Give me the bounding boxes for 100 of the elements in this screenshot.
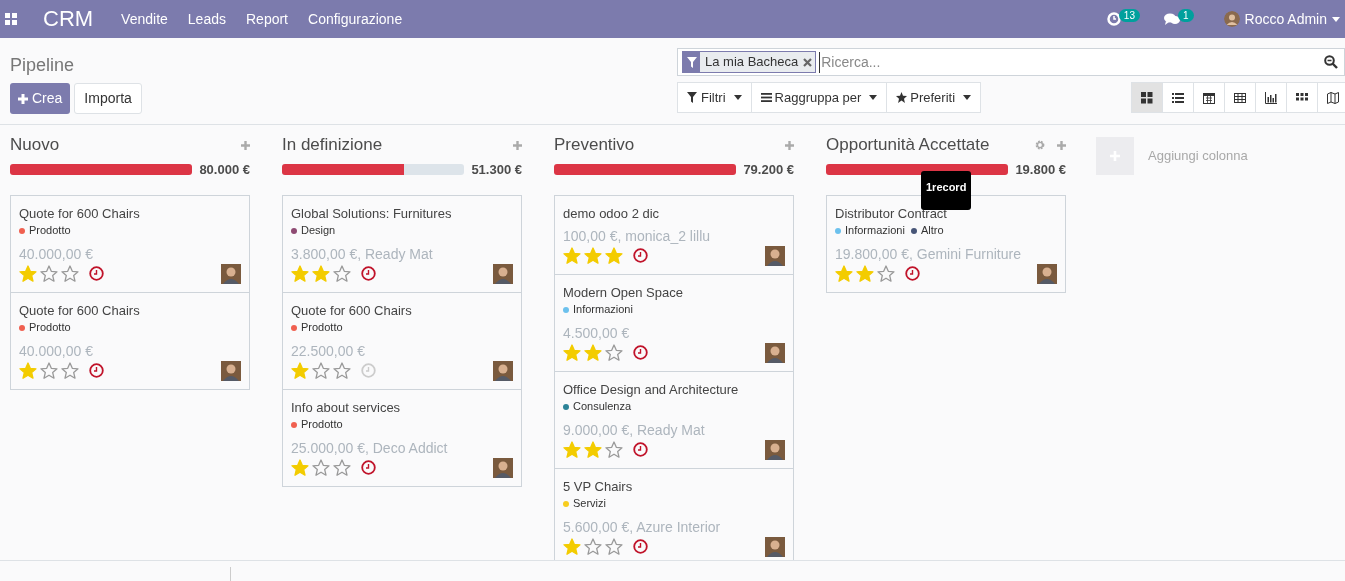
column-total: 19.800 € bbox=[1015, 161, 1066, 179]
star-icon bbox=[291, 459, 309, 476]
favorites-button[interactable]: Preferiti bbox=[886, 82, 982, 113]
priority-stars[interactable] bbox=[19, 362, 79, 379]
opportunity-card[interactable]: Modern Open Space Informazioni 4.500,00 € bbox=[554, 273, 794, 372]
clock-icon[interactable] bbox=[905, 266, 920, 281]
view-switch-button[interactable] bbox=[1162, 82, 1194, 113]
search-field[interactable]: Ricerca... bbox=[819, 51, 1324, 73]
clock-icon[interactable] bbox=[633, 442, 648, 457]
gear-icon[interactable] bbox=[1035, 140, 1045, 150]
column-total: 79.200 € bbox=[743, 161, 794, 179]
clock-icon[interactable] bbox=[361, 266, 376, 281]
clock-icon[interactable] bbox=[89, 363, 104, 378]
priority-stars[interactable] bbox=[563, 247, 623, 264]
tag-label: Informazioni bbox=[845, 223, 905, 239]
priority-stars[interactable] bbox=[291, 362, 351, 379]
clock-icon[interactable] bbox=[633, 345, 648, 360]
caret-icon bbox=[869, 95, 878, 100]
view-switch-button[interactable] bbox=[1193, 82, 1225, 113]
opportunity-card[interactable]: Office Design and Architecture Consulenza 9.000,00 €, Ready Mat bbox=[554, 370, 794, 469]
priority-stars[interactable] bbox=[563, 344, 623, 361]
plus-icon[interactable] bbox=[241, 140, 250, 150]
close-icon[interactable] bbox=[803, 57, 813, 67]
opportunity-card[interactable]: demo odoo 2 dic 100,00 €, monica_2 lillu bbox=[554, 194, 794, 275]
star-icon bbox=[877, 265, 895, 282]
menu-item[interactable]: Report bbox=[246, 8, 288, 30]
tag-label: Altro bbox=[920, 223, 944, 239]
facet-label: La mia Bacheca bbox=[704, 53, 800, 72]
opportunity-card[interactable]: Quote for 600 Chairs Prodotto 22.500,00 € bbox=[282, 291, 522, 390]
group-by-button[interactable]: Raggruppa per bbox=[750, 82, 888, 113]
star-icon bbox=[605, 247, 623, 264]
view-switch-button[interactable] bbox=[1224, 82, 1256, 113]
tag-label: Prodotto bbox=[301, 417, 343, 433]
column-total: 51.300 € bbox=[471, 161, 522, 179]
card-title: Global Solutions: Furnitures bbox=[291, 204, 453, 222]
view-switch-button[interactable] bbox=[1131, 82, 1163, 113]
priority-stars[interactable] bbox=[291, 265, 351, 282]
card-amount: 25.000,00 €, Deco Addict bbox=[291, 438, 449, 458]
star-icon bbox=[563, 247, 581, 264]
clock-icon[interactable] bbox=[361, 460, 376, 475]
avatar-icon bbox=[493, 457, 513, 478]
tag-label: Servizi bbox=[573, 496, 606, 512]
star-icon bbox=[835, 265, 853, 282]
view-switch-button[interactable] bbox=[1255, 82, 1287, 113]
import-button[interactable]: Importa bbox=[74, 83, 142, 114]
priority-stars[interactable] bbox=[563, 538, 623, 555]
search-bar[interactable]: La mia Bacheca Ricerca... bbox=[677, 48, 1345, 76]
tag-label: Design bbox=[301, 223, 336, 239]
tag-label: Prodotto bbox=[29, 223, 71, 239]
plus-icon[interactable] bbox=[513, 140, 522, 150]
list-icon bbox=[760, 92, 772, 103]
caret-icon bbox=[733, 95, 742, 100]
star-icon bbox=[856, 265, 874, 282]
card-amount: 9.000,00 €, Ready Mat bbox=[563, 420, 706, 440]
star-icon bbox=[40, 265, 58, 282]
chat-icon[interactable] bbox=[1163, 12, 1180, 26]
star-icon bbox=[605, 538, 623, 555]
clock-icon[interactable] bbox=[633, 539, 648, 554]
message-count-badge: 1 bbox=[1177, 8, 1194, 22]
priority-stars[interactable] bbox=[563, 441, 623, 458]
menu-item[interactable]: Vendite bbox=[121, 8, 168, 30]
clock-icon[interactable] bbox=[89, 266, 104, 281]
tag-label: Prodotto bbox=[29, 320, 71, 336]
card-amount: 3.800,00 €, Ready Mat bbox=[291, 244, 434, 264]
app-name[interactable]: CRM bbox=[43, 8, 94, 30]
priority-stars[interactable] bbox=[19, 265, 79, 282]
menu-item[interactable]: Leads bbox=[187, 8, 226, 30]
opportunity-card[interactable]: 5 VP Chairs Servizi 5.600,00 €, Azure Interior bbox=[554, 467, 794, 560]
card-title: Quote for 600 Chairs bbox=[19, 301, 141, 319]
column-title: In definizione bbox=[282, 134, 383, 157]
plus-icon[interactable] bbox=[1057, 140, 1066, 150]
filter-facet[interactable]: La mia Bacheca bbox=[682, 51, 817, 73]
priority-stars[interactable] bbox=[835, 265, 895, 282]
priority-stars[interactable] bbox=[291, 459, 351, 476]
caret-icon bbox=[1332, 16, 1340, 22]
star-icon bbox=[584, 344, 602, 361]
view-switch-button[interactable] bbox=[1317, 82, 1345, 113]
filters-button[interactable]: Filtri bbox=[677, 82, 752, 113]
tooltip: 1record bbox=[921, 171, 972, 210]
card-amount: 5.600,00 €, Azure Interior bbox=[563, 517, 722, 537]
opportunity-card[interactable]: Global Solutions: Furnitures Design 3.800,00 €, Ready Mat bbox=[282, 194, 522, 293]
avatar-icon bbox=[221, 360, 241, 381]
create-button[interactable]: Crea bbox=[10, 83, 71, 114]
user-menu[interactable]: Rocco Admin bbox=[1244, 8, 1340, 30]
menu-item[interactable]: Configurazione bbox=[308, 8, 403, 30]
star-icon bbox=[563, 538, 581, 555]
avatar-icon bbox=[221, 263, 241, 284]
opportunity-card[interactable]: Quote for 600 Chairs Prodotto 40.000,00 € bbox=[10, 291, 250, 390]
search-icon[interactable] bbox=[1324, 55, 1338, 69]
view-switch-button[interactable] bbox=[1286, 82, 1318, 113]
star-icon bbox=[291, 265, 309, 282]
clock-icon[interactable] bbox=[633, 248, 648, 263]
plus-icon[interactable] bbox=[785, 140, 794, 150]
avatar-icon bbox=[765, 439, 785, 460]
star-icon bbox=[333, 459, 351, 476]
opportunity-card[interactable]: Distributor Contract Informazioni Altro 19.800,00 €, Gemini Furniture bbox=[826, 194, 1066, 293]
opportunity-card[interactable]: Quote for 600 Chairs Prodotto 40.000,00 € bbox=[10, 194, 250, 293]
opportunity-card[interactable]: Info about services Prodotto 25.000,00 €, Deco Addict bbox=[282, 388, 522, 487]
apps-menu-icon[interactable] bbox=[5, 13, 17, 25]
card-title: Quote for 600 Chairs bbox=[19, 204, 141, 222]
